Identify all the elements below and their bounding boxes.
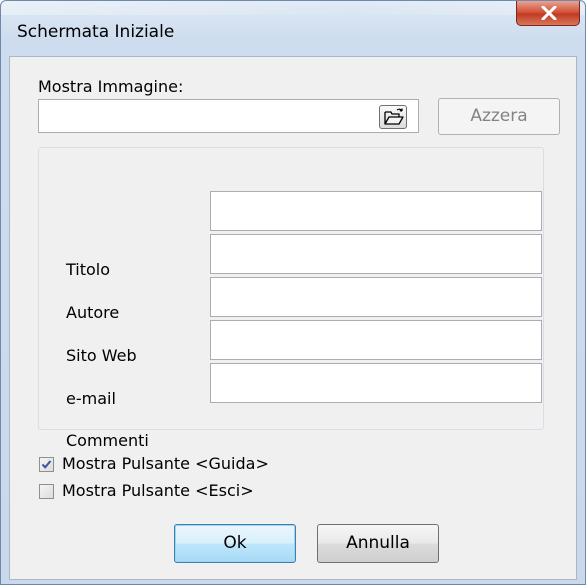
website-input[interactable]	[210, 277, 542, 317]
image-path-input[interactable]	[38, 99, 419, 133]
field-label-website: Sito Web	[66, 346, 137, 365]
open-folder-icon	[384, 108, 404, 125]
field-label-email: e-mail	[66, 389, 116, 408]
title-input[interactable]	[210, 191, 542, 231]
reset-button[interactable]: Azzera	[438, 98, 560, 135]
close-icon	[541, 6, 557, 20]
dialog-body: Mostra Immagine: Azzera Titolo Autore Si…	[9, 56, 577, 580]
browse-button[interactable]	[379, 105, 407, 129]
show-help-checkbox[interactable]	[39, 457, 54, 472]
cancel-button[interactable]: Annulla	[317, 524, 439, 563]
email-input[interactable]	[210, 320, 542, 360]
field-label-comments: Commenti	[66, 431, 149, 450]
field-label-author: Autore	[66, 303, 120, 322]
dialog-window: Schermata Iniziale Mostra Immagine: Azze…	[0, 0, 586, 585]
checkmark-icon	[41, 460, 52, 469]
show-image-label: Mostra Immagine:	[38, 77, 184, 96]
show-exit-checkbox[interactable]	[39, 484, 54, 499]
close-button[interactable]	[516, 1, 580, 26]
ok-button[interactable]: Ok	[174, 524, 296, 563]
show-help-label[interactable]: Mostra Pulsante <Guida>	[62, 454, 269, 473]
show-exit-label[interactable]: Mostra Pulsante <Esci>	[62, 481, 254, 500]
comments-input[interactable]	[210, 363, 542, 403]
author-input[interactable]	[210, 234, 542, 274]
field-label-title: Titolo	[66, 260, 111, 279]
window-title: Schermata Iniziale	[17, 22, 175, 42]
